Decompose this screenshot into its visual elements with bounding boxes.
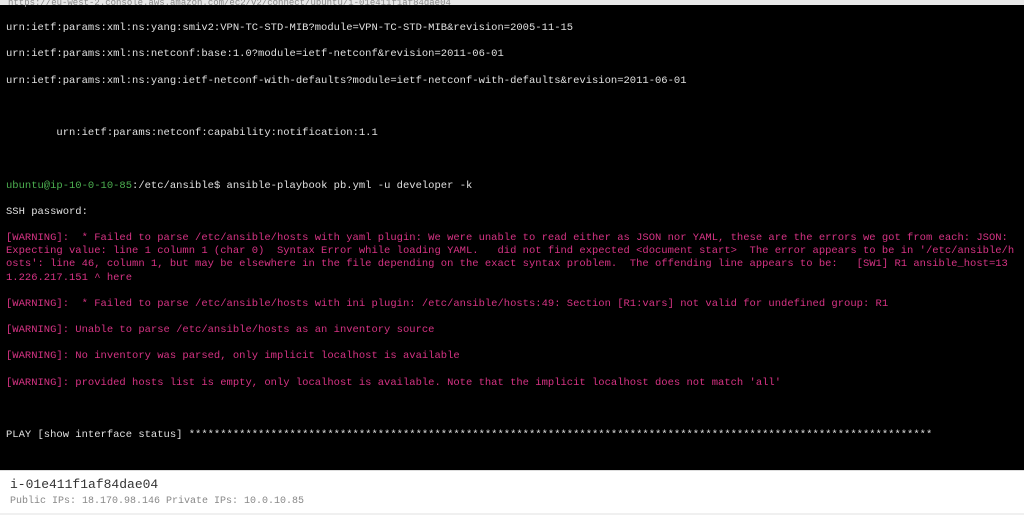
terminal-output[interactable]: urn:ietf:params:xml:ns:yang:smiv2:VPN-TC… [0,5,1024,470]
prompt-command: ansible-playbook pb.yml -u developer -k [220,180,472,192]
blank-line [6,101,1018,114]
play-header: PLAY [show interface status] ***********… [6,429,1018,442]
instance-id: i-01e411f1af84dae04 [10,477,1014,492]
warning-line: [WARNING]: Unable to parse /etc/ansible/… [6,324,1018,337]
instance-footer: i-01e411f1af84dae04 Public IPs: 18.170.9… [0,470,1024,513]
blank-line [6,153,1018,166]
public-ip-value: 18.170.98.146 [82,496,160,507]
blank-line [6,403,1018,416]
prompt-user: ubuntu@ip-10-0-10-85 [6,180,132,192]
capability-line: urn:ietf:params:xml:ns:yang:smiv2:VPN-TC… [6,22,1018,35]
private-ip-value: 10.0.10.85 [244,496,304,507]
warning-line: [WARNING]: * Failed to parse /etc/ansibl… [6,298,1018,311]
public-ip-label: Public IPs: [10,496,82,507]
warning-line: [WARNING]: * Failed to parse /etc/ansibl… [6,232,1018,285]
url-text: https://eu-west-2.console.aws.amazon.com… [8,0,1016,8]
private-ip-label: Private IPs: [160,496,244,507]
browser-address-bar[interactable]: https://eu-west-2.console.aws.amazon.com… [0,0,1024,5]
prompt-path: :/etc/ansible$ [132,180,220,192]
capability-line: urn:ietf:params:netconf:capability:notif… [6,127,1018,140]
capability-line: urn:ietf:params:xml:ns:yang:ietf-netconf… [6,75,1018,88]
warning-line: [WARNING]: provided hosts list is empty,… [6,377,1018,390]
instance-ips: Public IPs: 18.170.98.146 Private IPs: 1… [10,496,1014,507]
warning-line: [WARNING]: No inventory was parsed, only… [6,350,1018,363]
blank-line [6,455,1018,468]
shell-prompt-line: ubuntu@ip-10-0-10-85:/etc/ansible$ ansib… [6,180,1018,193]
capability-line: urn:ietf:params:xml:ns:netconf:base:1.0?… [6,48,1018,61]
ssh-password-prompt: SSH password: [6,206,1018,219]
